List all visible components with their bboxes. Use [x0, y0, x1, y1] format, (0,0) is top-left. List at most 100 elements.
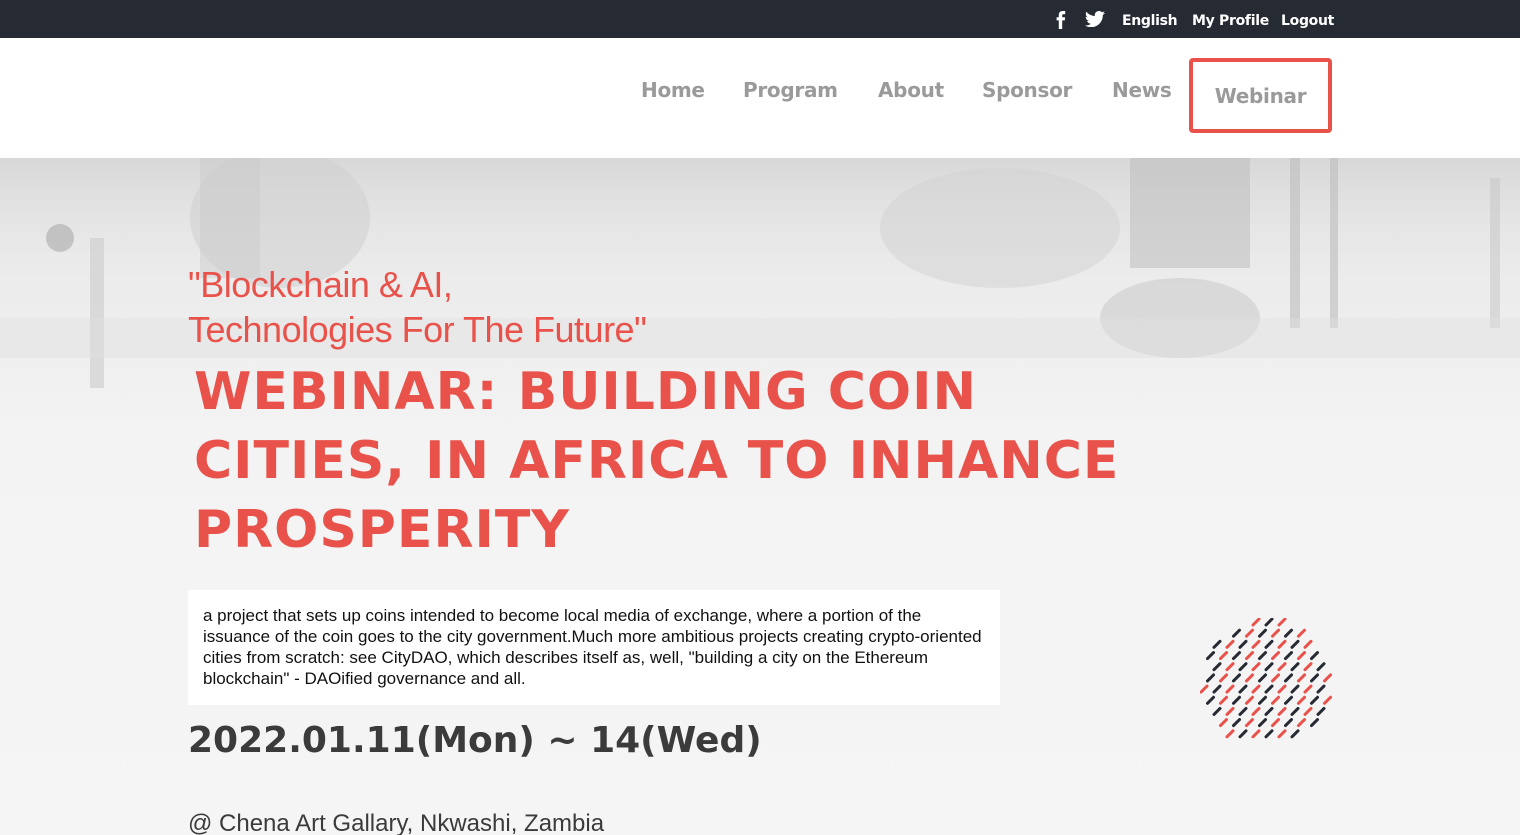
pattern-dash: [1251, 706, 1261, 716]
pattern-dash: [1258, 673, 1267, 683]
pattern-dash: [1290, 729, 1300, 739]
main-header: Home Program About Sponsor News Webinar: [0, 38, 1520, 158]
nav-item-program[interactable]: Program: [743, 78, 838, 102]
facebook-icon[interactable]: [1055, 11, 1067, 29]
pattern-dash: [1290, 662, 1300, 672]
pattern-dash: [1303, 639, 1313, 649]
pattern-dash: [1225, 729, 1235, 739]
pattern-dash: [1219, 651, 1228, 661]
nav-item-webinar[interactable]: Webinar: [1189, 58, 1332, 133]
pattern-dash: [1297, 718, 1306, 728]
hero-title: Webinar: Building Coin Cities, in Africa…: [194, 362, 1120, 560]
pattern-dash: [1277, 684, 1287, 694]
decorative-dot-pattern: [1200, 618, 1332, 739]
pattern-dash: [1232, 673, 1241, 683]
my-profile-link[interactable]: My Profile: [1192, 13, 1269, 29]
pattern-dash: [1245, 628, 1254, 638]
pattern-dash: [1200, 684, 1209, 694]
pattern-dash: [1232, 695, 1241, 705]
pattern-dash: [1258, 718, 1267, 728]
pattern-dash: [1219, 673, 1228, 683]
pattern-dash: [1323, 695, 1332, 705]
pattern-dash: [1245, 718, 1254, 728]
pattern-dash: [1225, 684, 1235, 694]
pattern-dash: [1245, 651, 1254, 661]
nav-item-news[interactable]: News: [1112, 78, 1172, 102]
pattern-dash: [1290, 684, 1300, 694]
pattern-dash: [1284, 695, 1293, 705]
pattern-dash: [1310, 651, 1319, 661]
pattern-dash: [1310, 695, 1319, 705]
pattern-dash: [1245, 695, 1254, 705]
nav-item-home[interactable]: Home: [641, 78, 705, 102]
top-bar: English My Profile Logout: [0, 0, 1520, 38]
pattern-dash: [1225, 706, 1235, 716]
pattern-dash: [1284, 673, 1293, 683]
pattern-dash: [1206, 673, 1215, 683]
description-box: a project that sets up coins intended to…: [188, 590, 1000, 705]
pattern-dash: [1264, 618, 1274, 627]
pattern-dash: [1212, 706, 1222, 716]
logout-link[interactable]: Logout: [1281, 13, 1334, 29]
pattern-dash: [1277, 729, 1287, 739]
pattern-dash: [1277, 706, 1287, 716]
pattern-dash: [1264, 706, 1274, 716]
pattern-dash: [1206, 695, 1215, 705]
pattern-dash: [1310, 718, 1319, 728]
pattern-dash: [1212, 662, 1222, 672]
pattern-dash: [1238, 662, 1248, 672]
pattern-dash: [1264, 662, 1274, 672]
event-date: 2022.01.11(Mon) ~ 14(Wed): [188, 720, 762, 761]
pattern-dash: [1271, 651, 1280, 661]
pattern-dash: [1284, 651, 1293, 661]
pattern-dash: [1258, 651, 1267, 661]
pattern-dash: [1219, 718, 1228, 728]
pattern-dash: [1323, 673, 1332, 683]
nav-item-sponsor[interactable]: Sponsor: [982, 78, 1072, 102]
pattern-dash: [1251, 729, 1261, 739]
language-link[interactable]: English: [1122, 13, 1178, 29]
pattern-dash: [1284, 718, 1293, 728]
pattern-dash: [1258, 628, 1267, 638]
pattern-dash: [1251, 639, 1261, 649]
pattern-dash: [1238, 706, 1248, 716]
pattern-dash: [1258, 695, 1267, 705]
pattern-dash: [1212, 684, 1222, 694]
pattern-dash: [1271, 673, 1280, 683]
nav-item-about[interactable]: About: [878, 78, 944, 102]
event-venue: @ Chena Art Gallary, Nkwashi, Zambia: [188, 810, 605, 835]
pattern-dash: [1212, 639, 1222, 649]
pattern-dash: [1251, 662, 1261, 672]
pattern-dash: [1277, 639, 1287, 649]
pattern-dash: [1290, 639, 1300, 649]
pattern-dash: [1271, 695, 1280, 705]
pattern-dash: [1310, 673, 1319, 683]
pattern-dash: [1297, 673, 1306, 683]
pattern-dash: [1303, 684, 1313, 694]
pattern-dash: [1264, 639, 1274, 649]
hero-subtitle: "Blockchain & AI, Technologies For The F…: [188, 264, 647, 350]
pattern-dash: [1225, 662, 1235, 672]
twitter-icon[interactable]: [1085, 11, 1105, 27]
pattern-dash: [1238, 729, 1248, 739]
pattern-dash: [1284, 628, 1293, 638]
pattern-dash: [1238, 639, 1248, 649]
pattern-dash: [1297, 695, 1306, 705]
description-text: a project that sets up coins intended to…: [203, 606, 982, 688]
pattern-dash: [1316, 706, 1326, 716]
pattern-dash: [1271, 718, 1280, 728]
pattern-dash: [1232, 651, 1241, 661]
pattern-dash: [1245, 673, 1254, 683]
pattern-dash: [1219, 695, 1228, 705]
pattern-dash: [1316, 662, 1326, 672]
pattern-dash: [1303, 662, 1313, 672]
pattern-dash: [1251, 618, 1261, 627]
hero-section: "Blockchain & AI, Technologies For The F…: [0, 158, 1520, 835]
pattern-dash: [1303, 706, 1313, 716]
pattern-dash: [1277, 662, 1287, 672]
pattern-dash: [1277, 618, 1287, 627]
pattern-dash: [1316, 684, 1326, 694]
pattern-dash: [1251, 684, 1261, 694]
pattern-dash: [1264, 684, 1274, 694]
pattern-dash: [1297, 651, 1306, 661]
